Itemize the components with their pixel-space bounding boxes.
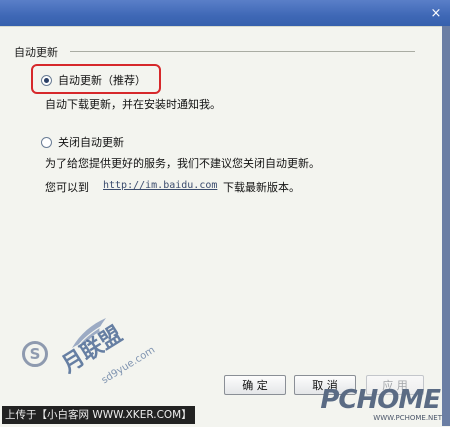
- close-icon[interactable]: ×: [428, 6, 444, 22]
- radio-unchecked-icon[interactable]: [41, 136, 52, 148]
- download-link[interactable]: http://im.baidu.com: [103, 180, 217, 191]
- watermark-seal-icon: S: [22, 341, 48, 367]
- group-title: 自动更新: [14, 46, 58, 59]
- download-suffix: 下载最新版本。: [223, 181, 300, 194]
- auto-update-description: 自动下载更新，并在安装时通知我。: [45, 98, 221, 111]
- radio-disable-update[interactable]: 关闭自动更新: [41, 134, 124, 150]
- window-titlebar: ×: [0, 0, 450, 26]
- disable-update-description: 为了给您提供更好的服务，我们不建议您关闭自动更新。: [45, 157, 320, 170]
- radio-auto-update-label: 自动更新（推荐）: [58, 74, 146, 87]
- window-border: [442, 26, 450, 426]
- radio-checked-icon[interactable]: [41, 74, 52, 86]
- ok-button[interactable]: 确 定: [224, 375, 286, 395]
- download-prefix: 您可以到: [45, 181, 89, 194]
- radio-disable-update-label: 关闭自动更新: [58, 136, 124, 149]
- upload-caption: 上传于【小白客网 WWW.XKER.COM】: [2, 406, 195, 424]
- group-divider: [70, 51, 415, 52]
- pchome-logo: PCHOME: [320, 385, 441, 415]
- radio-auto-update[interactable]: 自动更新（推荐）: [41, 72, 146, 88]
- pchome-url: WWW.PCHOME.NET: [373, 414, 442, 422]
